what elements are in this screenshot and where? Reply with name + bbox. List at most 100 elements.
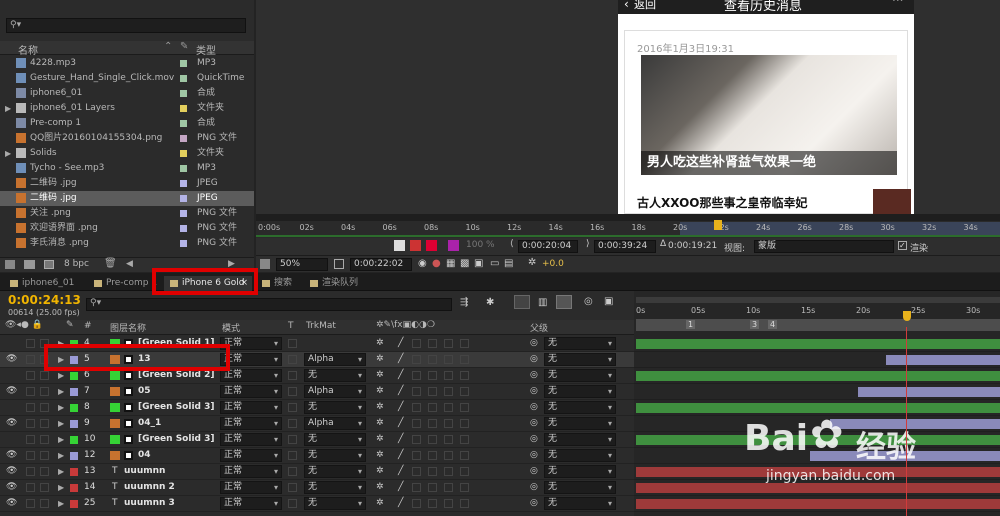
layer-name-header[interactable]: 图层名称 (110, 321, 146, 334)
pick-whip-icon[interactable]: ◎ (530, 448, 538, 463)
parent-select[interactable]: 无 (544, 497, 616, 510)
solo-box[interactable] (26, 371, 35, 380)
label-swatch[interactable] (180, 240, 187, 247)
expand-arrow-icon[interactable]: ▶ (5, 101, 11, 116)
label-swatch[interactable] (180, 150, 187, 157)
expand-arrow-icon[interactable]: ▶ (58, 432, 64, 447)
switch-box[interactable] (428, 371, 437, 380)
trkmat-select[interactable]: Alpha (304, 385, 366, 398)
project-item[interactable]: iphone6_01 合成 (0, 86, 254, 101)
trkmat-select[interactable]: 无 (304, 449, 366, 462)
trkmat-select[interactable]: 无 (304, 369, 366, 382)
quality-icon[interactable]: ╱ (398, 336, 403, 351)
preserve-transparency-box[interactable] (288, 339, 297, 348)
project-item[interactable]: ▶ Solids 文件夹 (0, 146, 254, 161)
layer-name[interactable]: 04_1 (138, 416, 161, 431)
label-swatch[interactable] (180, 135, 187, 142)
project-item[interactable]: 关注 .png PNG 文件 (0, 206, 254, 221)
switch-box[interactable] (444, 499, 453, 508)
label-column-icon[interactable]: ✎ (180, 41, 188, 52)
project-item[interactable]: Gesture_Hand_Single_Click.mov QuickTime (0, 71, 254, 86)
scroll-left-icon[interactable]: ◀ (126, 259, 133, 269)
layer-row[interactable]: ▶ 8 [Green Solid 3] 正常 无 ✲ ╱ ◎ 无 (0, 400, 634, 416)
layer-duration-bar[interactable] (636, 499, 1000, 509)
trkmat-select[interactable]: 无 (304, 465, 366, 478)
layer-label-swatch[interactable] (70, 468, 78, 476)
preserve-transparency-box[interactable] (288, 403, 297, 412)
new-folder-icon[interactable] (24, 260, 35, 269)
resolution-icon[interactable]: ▦ (446, 258, 455, 269)
interpret-footage-icon[interactable] (5, 260, 15, 269)
switch-box[interactable] (428, 339, 437, 348)
shy-icon[interactable]: ✲ (376, 336, 384, 351)
quality-icon[interactable]: ╱ (398, 464, 403, 479)
tab-1[interactable]: Pre-comp 1 (88, 276, 160, 291)
layer-name[interactable]: uuumnn (124, 464, 165, 479)
switch-box[interactable] (444, 339, 453, 348)
label-swatch[interactable] (180, 165, 187, 172)
shy-icon[interactable]: ✲ (376, 496, 384, 511)
column-type-header[interactable]: 类型 (196, 42, 216, 57)
solo-box[interactable] (26, 339, 35, 348)
bpc-button[interactable]: 8 bpc (64, 259, 89, 269)
layer-duration-bar[interactable] (886, 355, 1000, 365)
view-layout-icon[interactable]: ▤ (504, 258, 513, 269)
expand-arrow-icon[interactable]: ▶ (58, 384, 64, 399)
switch-box[interactable] (412, 355, 421, 364)
exposure-value[interactable]: +0.0 (542, 259, 564, 269)
lock-box[interactable] (40, 499, 49, 508)
quality-icon[interactable]: ╱ (398, 384, 403, 399)
project-item[interactable]: 欢迎语界面 .png PNG 文件 (0, 221, 254, 236)
layer-row[interactable]: 👁 ▶ 25 Tuuumnn 3 正常 无 ✲ ╱ ◎ 无 (0, 496, 634, 512)
parent-select[interactable]: 无 (544, 433, 616, 446)
column-name-header[interactable]: 名称 (18, 42, 38, 57)
grid-icon[interactable]: ▩ (460, 258, 469, 269)
eye-icon[interactable]: 👁 (6, 496, 17, 511)
switch-box[interactable] (460, 339, 469, 348)
shy-icon[interactable]: ✲ (376, 400, 384, 415)
switch-box[interactable] (412, 403, 421, 412)
trkmat-select[interactable]: 无 (304, 497, 366, 510)
pick-whip-icon[interactable]: ◎ (530, 336, 538, 351)
graph-editor-icon[interactable]: ◎ (584, 296, 593, 307)
ruler-nav-bar[interactable] (636, 297, 1000, 303)
layer-row[interactable]: 👁 ▶ 12 04 正常 无 ✲ ╱ ◎ 无 (0, 448, 634, 464)
pick-whip-icon[interactable]: ◎ (530, 352, 538, 367)
eye-icon[interactable]: 👁 (6, 416, 17, 431)
switch-box[interactable] (412, 467, 421, 476)
project-item[interactable]: 二维码 .jpg JPEG (0, 176, 254, 191)
timeline-ruler[interactable]: 0s 05s 10s 15s 20s 25s 30s 1 34 (634, 297, 1000, 335)
preserve-transparency-box[interactable] (288, 419, 297, 428)
switch-box[interactable] (460, 467, 469, 476)
layer-label-swatch[interactable] (70, 372, 78, 380)
percent-field[interactable]: 100 % (466, 240, 495, 250)
mode-select[interactable]: 正常 (220, 449, 282, 462)
layer-row[interactable]: 👁 ▶ 9 04_1 正常 Alpha ✲ ╱ ◎ 无 (0, 416, 634, 432)
pick-whip-icon[interactable]: ◎ (530, 464, 538, 479)
snapshot-icon[interactable]: ◉ (418, 258, 427, 269)
project-item[interactable]: QQ图片20160104155304.png PNG 文件 (0, 131, 254, 146)
shy-layers-icon[interactable] (514, 295, 530, 309)
switch-box[interactable] (428, 355, 437, 364)
layer-name[interactable]: uuumnn 3 (124, 496, 175, 511)
expand-arrow-icon[interactable]: ▶ (58, 464, 64, 479)
solo-box[interactable] (26, 451, 35, 460)
trkmat-select[interactable]: Alpha (304, 417, 366, 430)
lock-box[interactable] (40, 387, 49, 396)
lock-box[interactable] (40, 435, 49, 444)
layer-label-swatch[interactable] (70, 500, 78, 508)
shy-icon[interactable]: ✲ (376, 448, 384, 463)
lock-box[interactable] (40, 451, 49, 460)
parent-select[interactable]: 无 (544, 417, 616, 430)
project-item[interactable]: 李氏消息 .png PNG 文件 (0, 236, 254, 251)
switch-box[interactable] (444, 451, 453, 460)
quality-icon[interactable]: ╱ (398, 480, 403, 495)
switch-box[interactable] (460, 451, 469, 460)
view-select[interactable]: 蒙版 (754, 240, 894, 253)
layer-duration-bar[interactable] (636, 371, 1000, 381)
color-swatch-icon[interactable] (448, 240, 459, 251)
switch-box[interactable] (412, 435, 421, 444)
expand-arrow-icon[interactable]: ▶ (58, 416, 64, 431)
project-item[interactable]: Tycho - See.mp3 MP3 (0, 161, 254, 176)
frame-blending-icon[interactable]: ▥ (538, 297, 547, 308)
